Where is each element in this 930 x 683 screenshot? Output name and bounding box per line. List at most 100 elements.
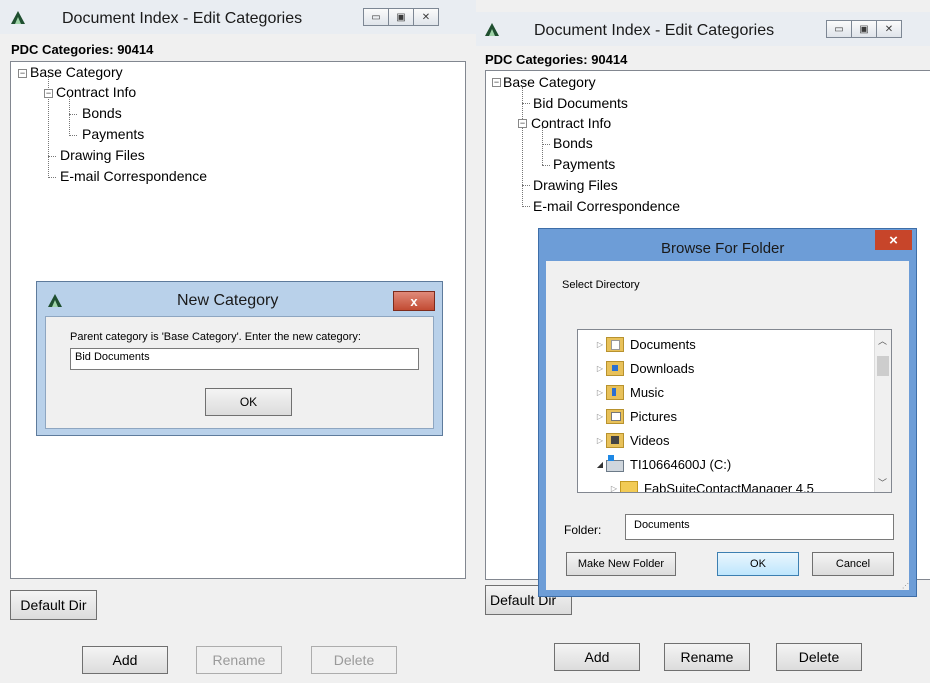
tree-connector (542, 144, 550, 145)
folder-field-label: Folder: (564, 523, 602, 537)
tree-item-base-category[interactable]: Base Category (30, 64, 123, 80)
new-category-input[interactable]: Bid Documents (70, 348, 419, 370)
left-window-title: Document Index - Edit Categories (62, 10, 303, 27)
new-category-prompt: Parent category is 'Base Category'. Ente… (70, 331, 361, 343)
left-rename-button: Rename (196, 646, 282, 674)
minimize-icon[interactable]: ▭ (826, 20, 852, 38)
folder-icon (620, 480, 638, 492)
left-title-bar[interactable]: Document Index - Edit Categories ▭ ▣ ✕ (0, 0, 476, 34)
folder-label: FabSuiteContactManager 4.5 (644, 480, 814, 493)
right-categories-label: PDC Categories: 90414 (485, 52, 628, 67)
folder-label: Pictures (630, 408, 677, 424)
folder-label: TI10664600J (C:) (630, 456, 732, 472)
tree-item-email-correspondence[interactable]: E-mail Correspondence (60, 168, 207, 184)
collapse-icon[interactable]: − (18, 69, 27, 78)
right-delete-button[interactable]: Delete (776, 643, 862, 671)
tree-item-drawing-files[interactable]: Drawing Files (533, 177, 618, 193)
resize-grip-icon[interactable]: ⋰ (902, 582, 909, 590)
folder-name-input[interactable]: Documents (625, 514, 894, 540)
folder-tree-scrollbar[interactable]: ︿ ﹀ (874, 330, 891, 492)
expand-arrow-icon[interactable]: ▷ (594, 412, 606, 421)
tree-connector (48, 177, 56, 178)
close-icon[interactable]: ✕ (876, 20, 902, 38)
scroll-up-icon[interactable]: ︿ (878, 334, 887, 347)
tree-connector (542, 165, 550, 166)
close-icon[interactable]: ✕ (413, 8, 439, 26)
pictures-folder-icon (606, 408, 624, 424)
maximize-icon[interactable]: ▣ (851, 20, 877, 38)
left-window-controls: ▭ ▣ ✕ (363, 8, 439, 26)
expand-arrow-icon[interactable]: ▷ (594, 436, 606, 445)
right-add-button[interactable]: Add (554, 643, 640, 671)
tree-connector (522, 87, 523, 207)
tree-item-payments[interactable]: Payments (553, 156, 615, 172)
make-new-folder-button[interactable]: Make New Folder (566, 552, 676, 576)
tree-item-email-correspondence[interactable]: E-mail Correspondence (533, 198, 680, 214)
tree-item-drawing-files[interactable]: Drawing Files (60, 147, 145, 163)
right-window-title: Document Index - Edit Categories (534, 22, 775, 39)
new-category-body: Parent category is 'Base Category'. Ente… (45, 316, 434, 429)
app-logo-icon (48, 294, 62, 307)
folder-tree[interactable]: ▷ Documents ▷ Downloads ▷ Music ▷ Pictur… (577, 329, 892, 493)
collapse-icon[interactable]: − (44, 89, 53, 98)
expand-arrow-icon[interactable]: ▷ (594, 388, 606, 397)
browse-prompt: Select Directory (562, 279, 640, 291)
folder-label: Music (630, 384, 664, 400)
app-logo-icon (11, 11, 25, 24)
collapse-arrow-icon[interactable]: ◢ (594, 460, 606, 469)
music-folder-icon (606, 384, 624, 400)
tree-connector (69, 135, 77, 136)
right-rename-button[interactable]: Rename (664, 643, 750, 671)
left-default-dir-button[interactable]: Default Dir (10, 590, 97, 620)
minimize-icon[interactable]: ▭ (363, 8, 389, 26)
expand-arrow-icon[interactable]: ▷ (594, 364, 606, 373)
folder-item-pictures[interactable]: ▷ Pictures (594, 406, 677, 426)
tree-item-bonds[interactable]: Bonds (82, 105, 122, 121)
folder-item-music[interactable]: ▷ Music (594, 382, 664, 402)
folder-label: Downloads (630, 360, 695, 376)
folder-label: Videos (630, 432, 670, 448)
tree-connector (542, 127, 543, 165)
expand-arrow-icon[interactable]: ▷ (608, 484, 620, 493)
scroll-thumb[interactable] (877, 356, 889, 376)
folder-label: Documents (630, 336, 696, 352)
close-icon[interactable]: x (393, 291, 435, 311)
browse-ok-button[interactable]: OK (717, 552, 799, 576)
scroll-down-icon[interactable]: ﹀ (878, 476, 887, 489)
collapse-icon[interactable]: − (492, 78, 501, 87)
documents-folder-icon (606, 336, 624, 352)
new-category-title: New Category (177, 292, 279, 309)
tree-item-base-category[interactable]: Base Category (503, 74, 596, 90)
tree-item-bid-documents[interactable]: Bid Documents (533, 95, 628, 111)
drive-icon (606, 454, 624, 472)
left-add-button[interactable]: Add (82, 646, 168, 674)
folder-item-drive-c[interactable]: ◢ TI10664600J (C:) (594, 454, 731, 474)
browse-title: Browse For Folder (661, 240, 785, 257)
tree-connector (522, 185, 530, 186)
collapse-icon[interactable]: − (518, 119, 527, 128)
tree-item-contract-info[interactable]: Contract Info (531, 115, 611, 131)
tree-item-payments[interactable]: Payments (82, 126, 144, 142)
folder-item-fabsuite[interactable]: ▷ FabSuiteContactManager 4.5 (608, 478, 814, 493)
folder-item-documents[interactable]: ▷ Documents (594, 334, 696, 354)
right-title-bar[interactable]: Document Index - Edit Categories ▭ ▣ ✕ (476, 12, 930, 46)
new-category-dialog: New Category x Parent category is 'Base … (36, 281, 443, 436)
maximize-icon[interactable]: ▣ (388, 8, 414, 26)
expand-arrow-icon[interactable]: ▷ (594, 340, 606, 349)
tree-item-bonds[interactable]: Bonds (553, 135, 593, 151)
tree-connector (522, 103, 530, 104)
right-window-controls: ▭ ▣ ✕ (826, 20, 902, 38)
left-delete-button: Delete (311, 646, 397, 674)
tree-connector (69, 114, 77, 115)
tree-connector (48, 156, 56, 157)
videos-folder-icon (606, 432, 624, 448)
browse-cancel-button[interactable]: Cancel (812, 552, 894, 576)
browse-body: Select Directory ▷ Documents ▷ Downloads… (546, 261, 909, 590)
browse-for-folder-dialog: Browse For Folder × Select Directory ▷ D… (538, 228, 917, 597)
new-category-ok-button[interactable]: OK (205, 388, 292, 416)
tree-connector (522, 206, 530, 207)
folder-item-videos[interactable]: ▷ Videos (594, 430, 670, 450)
app-logo-icon (485, 23, 499, 36)
folder-item-downloads[interactable]: ▷ Downloads (594, 358, 694, 378)
close-icon[interactable]: × (875, 230, 912, 250)
